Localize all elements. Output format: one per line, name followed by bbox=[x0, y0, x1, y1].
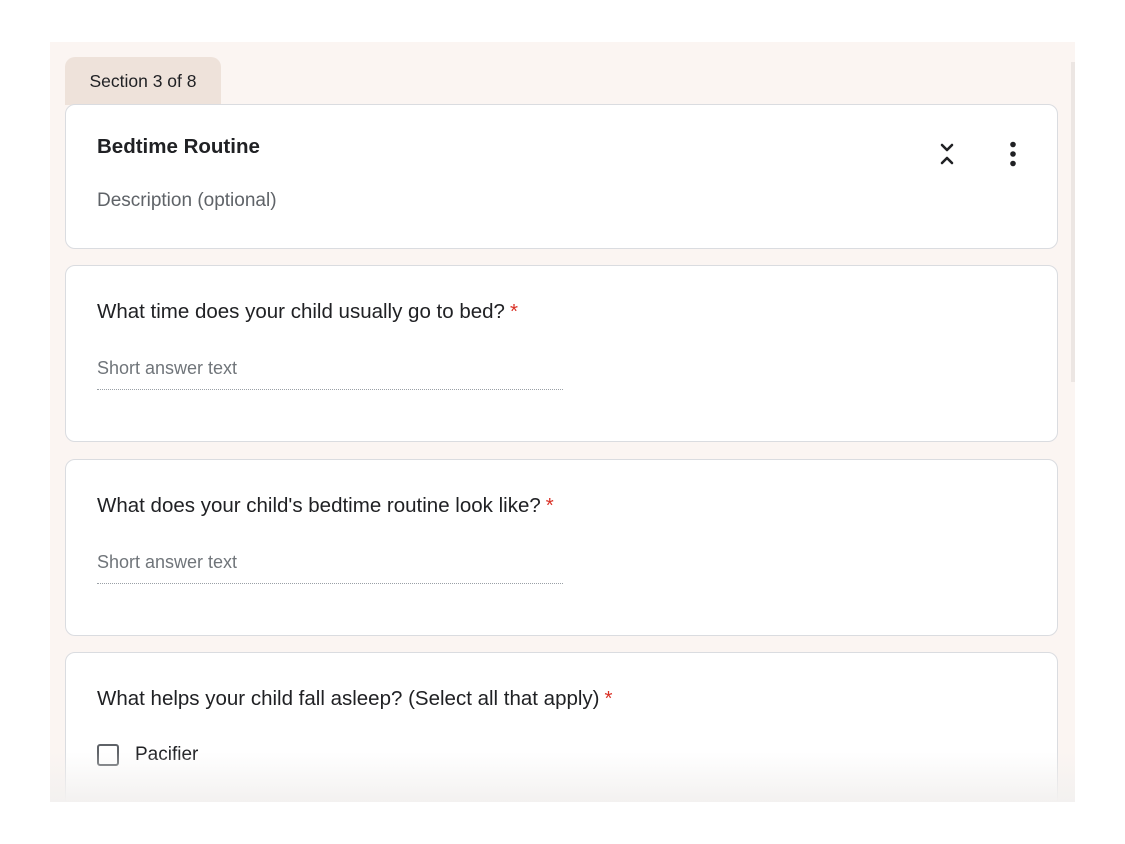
question-text: What helps your child fall asleep? (Sele… bbox=[97, 687, 600, 710]
collapse-section-button[interactable] bbox=[933, 139, 961, 169]
bottom-fade bbox=[50, 752, 1075, 802]
collapse-icon bbox=[940, 143, 954, 165]
form-canvas: Section 3 of 8 Bedtime Routine Descripti… bbox=[50, 42, 1075, 802]
required-asterisk: * bbox=[545, 494, 554, 517]
question-text: What time does your child usually go to … bbox=[97, 300, 505, 323]
section-indicator-tab: Section 3 of 8 bbox=[65, 57, 221, 105]
short-answer-field[interactable]: Short answer text bbox=[97, 356, 563, 390]
section-label: Section 3 of 8 bbox=[89, 70, 197, 91]
question-title[interactable]: What time does your child usually go to … bbox=[97, 300, 518, 324]
scrollbar[interactable] bbox=[1071, 62, 1075, 382]
question-title[interactable]: What helps your child fall asleep? (Sele… bbox=[97, 687, 613, 711]
required-asterisk: * bbox=[509, 300, 518, 323]
section-description-field[interactable]: Description (optional) bbox=[97, 190, 277, 212]
question-card[interactable]: What time does your child usually go to … bbox=[65, 265, 1058, 442]
question-title[interactable]: What does your child's bedtime routine l… bbox=[97, 494, 554, 518]
question-card[interactable]: What does your child's bedtime routine l… bbox=[65, 459, 1058, 636]
more-options-button[interactable] bbox=[1003, 137, 1023, 171]
section-header-card[interactable]: Bedtime Routine Description (optional) bbox=[65, 104, 1058, 249]
section-title[interactable]: Bedtime Routine bbox=[97, 135, 260, 159]
question-text: What does your child's bedtime routine l… bbox=[97, 494, 541, 517]
more-vert-icon bbox=[1010, 141, 1016, 167]
short-answer-field[interactable]: Short answer text bbox=[97, 550, 563, 584]
required-asterisk: * bbox=[604, 687, 613, 710]
